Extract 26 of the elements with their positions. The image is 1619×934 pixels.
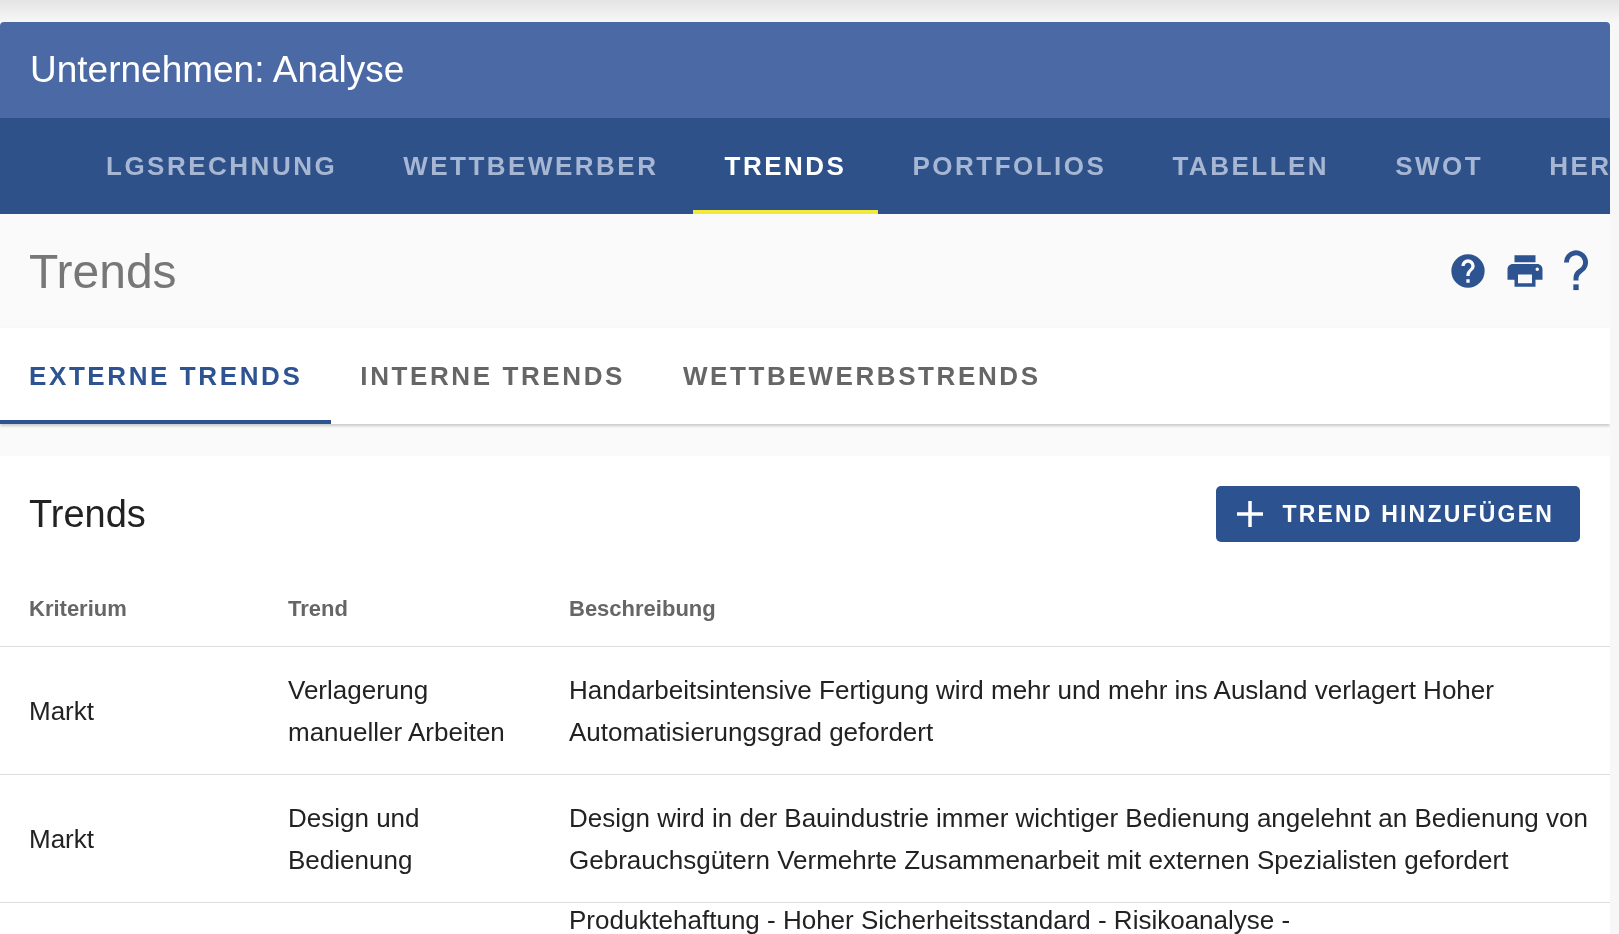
- table-cell: Markt: [29, 695, 94, 726]
- app-title: Unternehmen: Analyse: [30, 49, 405, 91]
- help-icon[interactable]: [1448, 251, 1488, 291]
- nav-tab[interactable]: TABELLEN: [1140, 118, 1362, 214]
- nav-tab[interactable]: TRENDS: [692, 118, 879, 214]
- nav-tab[interactable]: SWOT: [1363, 118, 1516, 214]
- nav-tab[interactable]: WETTBEWERBER: [371, 118, 691, 214]
- page-title: Trends: [29, 243, 178, 299]
- nav-tab[interactable]: PORTFOLIOS: [880, 118, 1139, 214]
- help-icon[interactable]: [1562, 250, 1590, 292]
- column-header: Trend: [259, 572, 540, 647]
- card-title: Trends: [29, 492, 146, 536]
- column-header: Kriterium: [0, 572, 259, 647]
- sub-tab[interactable]: WETTBEWERBSTRENDS: [653, 328, 1070, 424]
- column-header: Beschreibung: [540, 572, 1610, 647]
- table-cell: Verlagerung manueller Arbeiten: [288, 674, 505, 747]
- table-cell: Design und Bedienung: [288, 802, 420, 875]
- table-cell: Markt: [29, 823, 94, 854]
- plus-icon: [1236, 500, 1265, 528]
- nav-tab[interactable]: LGSRECHNUNG: [74, 118, 370, 214]
- sub-tab[interactable]: EXTERNE TRENDS: [0, 328, 332, 424]
- table-cell: Handarbeitsintensive Fertigung wird mehr und mehr ins Ausland verlagert Hoher Automatisierungsgrad gefordert: [569, 674, 1494, 747]
- sub-tab[interactable]: INTERNE TRENDS: [331, 328, 654, 424]
- add-trend-button[interactable]: TREND HINZUFÜGEN: [1216, 486, 1580, 542]
- table-cell: Design wird in der Bauindustrie immer wichtiger Bedienung angelehnt an Bedienung von Gebrauchsgütern Vermehrte Zusammenarbeit mit externen Spezialisten gefordert: [569, 802, 1588, 875]
- table-cell: Produktehaftung - Hoher Sicherheitsstandard - Risikoanalyse -: [569, 905, 1291, 934]
